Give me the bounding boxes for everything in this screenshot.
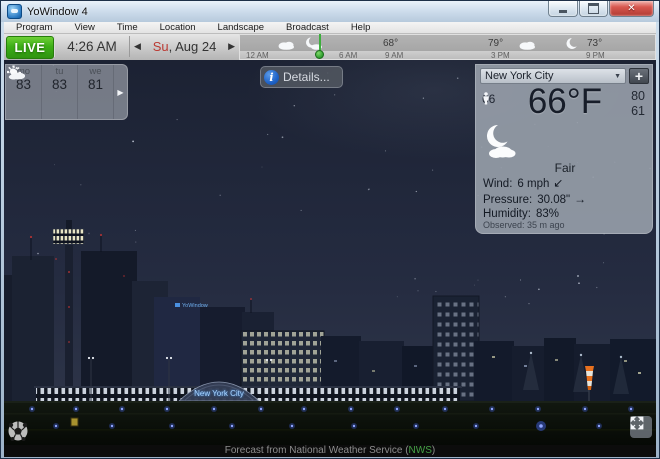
menu-view[interactable]: View <box>74 22 94 33</box>
details-button[interactable]: i Details... <box>260 66 343 88</box>
timeline-hour-label: 3 PM <box>491 51 510 60</box>
close-button[interactable]: ✕ <box>609 1 654 17</box>
fullscreen-icon <box>630 416 644 430</box>
menu-bar: Program View Time Location Landscape Broadcas… <box>4 22 656 34</box>
toolbar: LIVE 4:26 AM ◀ Su, Aug 24 ▶ 68° 79° 73° 12… <box>4 34 656 61</box>
forecast-day-label: tu <box>56 67 64 77</box>
condition-text: Fair <box>476 161 654 175</box>
current-temperature: 66°F <box>476 82 654 122</box>
observed-time: Observed: 35 m ago <box>483 220 565 230</box>
weekday-label: Su <box>153 39 169 54</box>
timeline-hour-label: 6 AM <box>339 51 357 60</box>
current-date: Su, Aug 24 <box>153 39 217 54</box>
date-navigator: ◀ Su, Aug 24 ▶ <box>130 36 240 57</box>
terminal-sign: New York City <box>194 389 244 398</box>
timeline-temp: 68° <box>383 38 398 49</box>
yowindow-window: YoWindow 4 ✕ Program View Time Location Land… <box>0 0 660 459</box>
nws-link[interactable]: NWS <box>409 445 432 456</box>
weather-scene: YoWindow <box>4 60 656 445</box>
menu-broadcast[interactable]: Broadcast <box>286 22 329 33</box>
forecast-day-we[interactable]: we81 <box>78 65 114 119</box>
forecast-panel: mo83tu83we81 ▶ <box>5 64 128 120</box>
timeline-hour-label: 9 AM <box>385 51 403 60</box>
feels-like: 66 <box>482 92 495 106</box>
forecast-day-label: we <box>89 67 101 77</box>
date-label: , Aug 24 <box>169 39 217 54</box>
timeline-hour-label: 12 AM <box>246 51 269 60</box>
app-icon <box>7 4 22 19</box>
menu-landscape[interactable]: Landscape <box>218 22 264 33</box>
timeline-slider[interactable]: 68° 79° 73° 12 AM 6 AM 9 AM 3 PM 9 PM <box>239 34 656 60</box>
close-icon: ✕ <box>627 2 635 16</box>
timeline-cursor[interactable] <box>319 34 321 54</box>
location-name: New York City <box>485 70 614 82</box>
menu-program[interactable]: Program <box>16 22 52 33</box>
expand-forecast-button[interactable]: ▶ <box>114 65 127 119</box>
high-temp: 80 <box>631 89 645 104</box>
maximize-icon <box>588 3 599 14</box>
forecast-day-tu[interactable]: tu83 <box>42 65 78 119</box>
expand-icon: ▶ <box>117 88 123 97</box>
timeline-hours-row: 12 AM 6 AM 9 AM 3 PM 9 PM <box>240 51 655 59</box>
status-bar: Forecast from National Weather Service (… <box>4 445 656 457</box>
weather-panel: New York City ▼ + 66°F 66 80 61 Fair Win… <box>475 64 653 234</box>
timeline-temp: 79° <box>488 38 503 49</box>
details-label: Details... <box>283 70 330 84</box>
forecast-day-temp: 83 <box>52 77 67 92</box>
title-bar: YoWindow 4 ✕ <box>1 1 659 22</box>
menu-location[interactable]: Location <box>160 22 196 33</box>
fullscreen-button[interactable] <box>630 416 652 438</box>
menu-help[interactable]: Help <box>351 22 371 33</box>
person-icon <box>482 92 490 105</box>
live-button[interactable]: LIVE <box>6 36 54 59</box>
pressure-trend-arrow: → <box>574 192 586 206</box>
forecast-day-temp: 81 <box>88 77 103 92</box>
next-day-button[interactable]: ▶ <box>228 36 235 57</box>
prev-day-button[interactable]: ◀ <box>134 36 141 57</box>
wind-direction-arrow: ↙ <box>553 176 563 190</box>
soccer-ball <box>9 422 28 442</box>
maximize-button[interactable] <box>579 1 608 17</box>
minimize-button[interactable] <box>548 1 578 17</box>
runway-ground <box>4 401 656 445</box>
high-low: 80 61 <box>631 89 645 119</box>
pressure-row: Pressure:30.08"→ <box>483 192 586 208</box>
wind-row: Wind:6 mph↙ <box>483 176 586 192</box>
timeline-hour-label: 9 PM <box>586 51 605 60</box>
window-title: YoWindow 4 <box>27 6 88 18</box>
timeline-weather-row: 68° 79° 73° <box>240 35 655 51</box>
chevron-down-icon: ▼ <box>614 73 621 80</box>
timeline-temp: 73° <box>587 38 602 49</box>
current-time: 4:26 AM <box>54 36 130 57</box>
low-temp: 61 <box>631 104 645 119</box>
info-icon: i <box>264 70 279 85</box>
menu-time[interactable]: Time <box>117 22 138 33</box>
statusbar-text: Forecast from National Weather Service ( <box>225 445 409 456</box>
timeline-cursor-knob[interactable] <box>315 50 324 59</box>
minimize-icon <box>559 10 567 13</box>
